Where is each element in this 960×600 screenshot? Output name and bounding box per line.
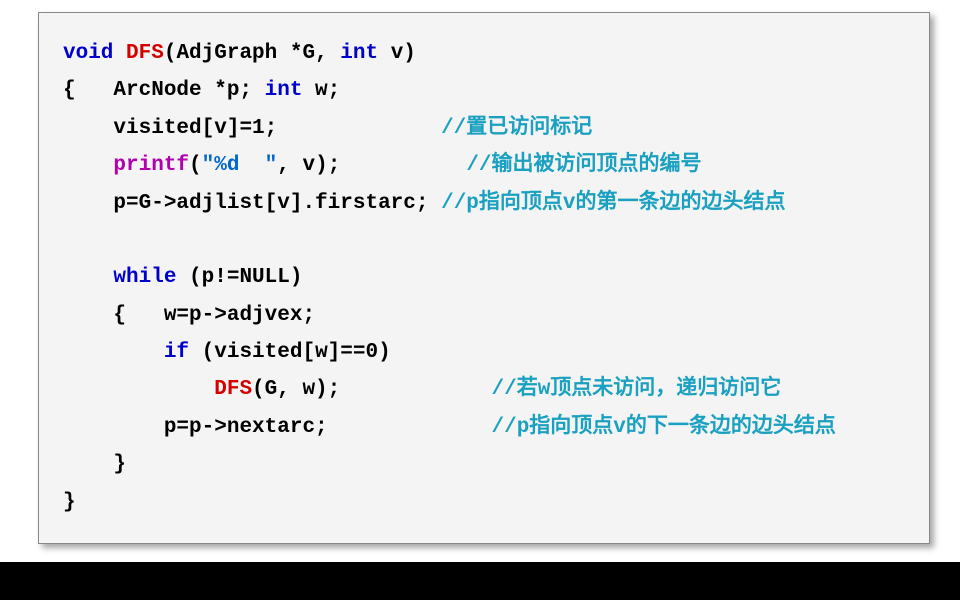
keyword-int-2: int — [265, 79, 303, 102]
printf-call: printf — [113, 154, 189, 177]
p-nextarc: p=p->nextarc; — [164, 416, 328, 439]
code-line-3: visited[v]=1; //置已访问标记 — [63, 110, 911, 147]
p-assign: p=G->adjlist[v].firstarc; — [113, 192, 428, 215]
close-outer-brace: } — [63, 491, 76, 514]
while-cond: (p!=NULL) — [176, 266, 302, 289]
code-line-2: { ArcNode *p; int w; — [63, 72, 911, 109]
printf-format: "%d " — [202, 154, 278, 177]
code-line-4: printf("%d ", v); //输出被访问顶点的编号 — [63, 147, 911, 184]
var-w: w; — [302, 79, 340, 102]
param-v: v) — [378, 42, 416, 65]
code-line-8: { w=p->adjvex; — [63, 297, 911, 334]
recursive-dfs: DFS — [214, 378, 252, 401]
code-line-5: p=G->adjlist[v].firstarc; //p指向顶点v的第一条边的… — [63, 185, 911, 222]
function-dfs: DFS — [126, 42, 164, 65]
keyword-if: if — [164, 341, 189, 364]
code-line-6-blank — [63, 222, 911, 259]
if-cond: (visited[w]==0) — [189, 341, 391, 364]
params-open: (AdjGraph *G, — [164, 42, 340, 65]
code-line-11: p=p->nextarc; //p指向顶点v的下一条边的边头结点 — [63, 409, 911, 446]
code-line-13: } — [63, 484, 911, 521]
code-line-10: DFS(G, w); //若w顶点未访问，递归访问它 — [63, 371, 911, 408]
close-inner-brace: } — [113, 453, 126, 476]
code-line-7: while (p!=NULL) — [63, 259, 911, 296]
comment-nextarc: //p指向顶点v的下一条边的边头结点 — [491, 416, 835, 439]
keyword-void: void — [63, 42, 113, 65]
comment-firstarc: //p指向顶点v的第一条边的边头结点 — [441, 192, 785, 215]
comment-visited: //置已访问标记 — [441, 117, 592, 140]
comment-printf: //输出被访问顶点的编号 — [466, 154, 701, 177]
comment-recurse: //若w顶点未访问，递归访问它 — [492, 378, 782, 401]
code-line-1: void DFS(AdjGraph *G, int v) — [63, 35, 911, 72]
code-line-9: if (visited[w]==0) — [63, 334, 911, 371]
recursive-args: (G, w); — [252, 378, 340, 401]
code-line-12: } — [63, 446, 911, 483]
code-block: void DFS(AdjGraph *G, int v) { ArcNode *… — [38, 12, 930, 544]
page: void DFS(AdjGraph *G, int v) { ArcNode *… — [0, 0, 960, 562]
keyword-int: int — [340, 42, 378, 65]
keyword-while: while — [113, 266, 176, 289]
brace-decl: { ArcNode *p; — [63, 79, 265, 102]
visited-assign: visited[v]=1; — [113, 117, 277, 140]
while-body-open: { w=p->adjvex; — [113, 304, 315, 327]
